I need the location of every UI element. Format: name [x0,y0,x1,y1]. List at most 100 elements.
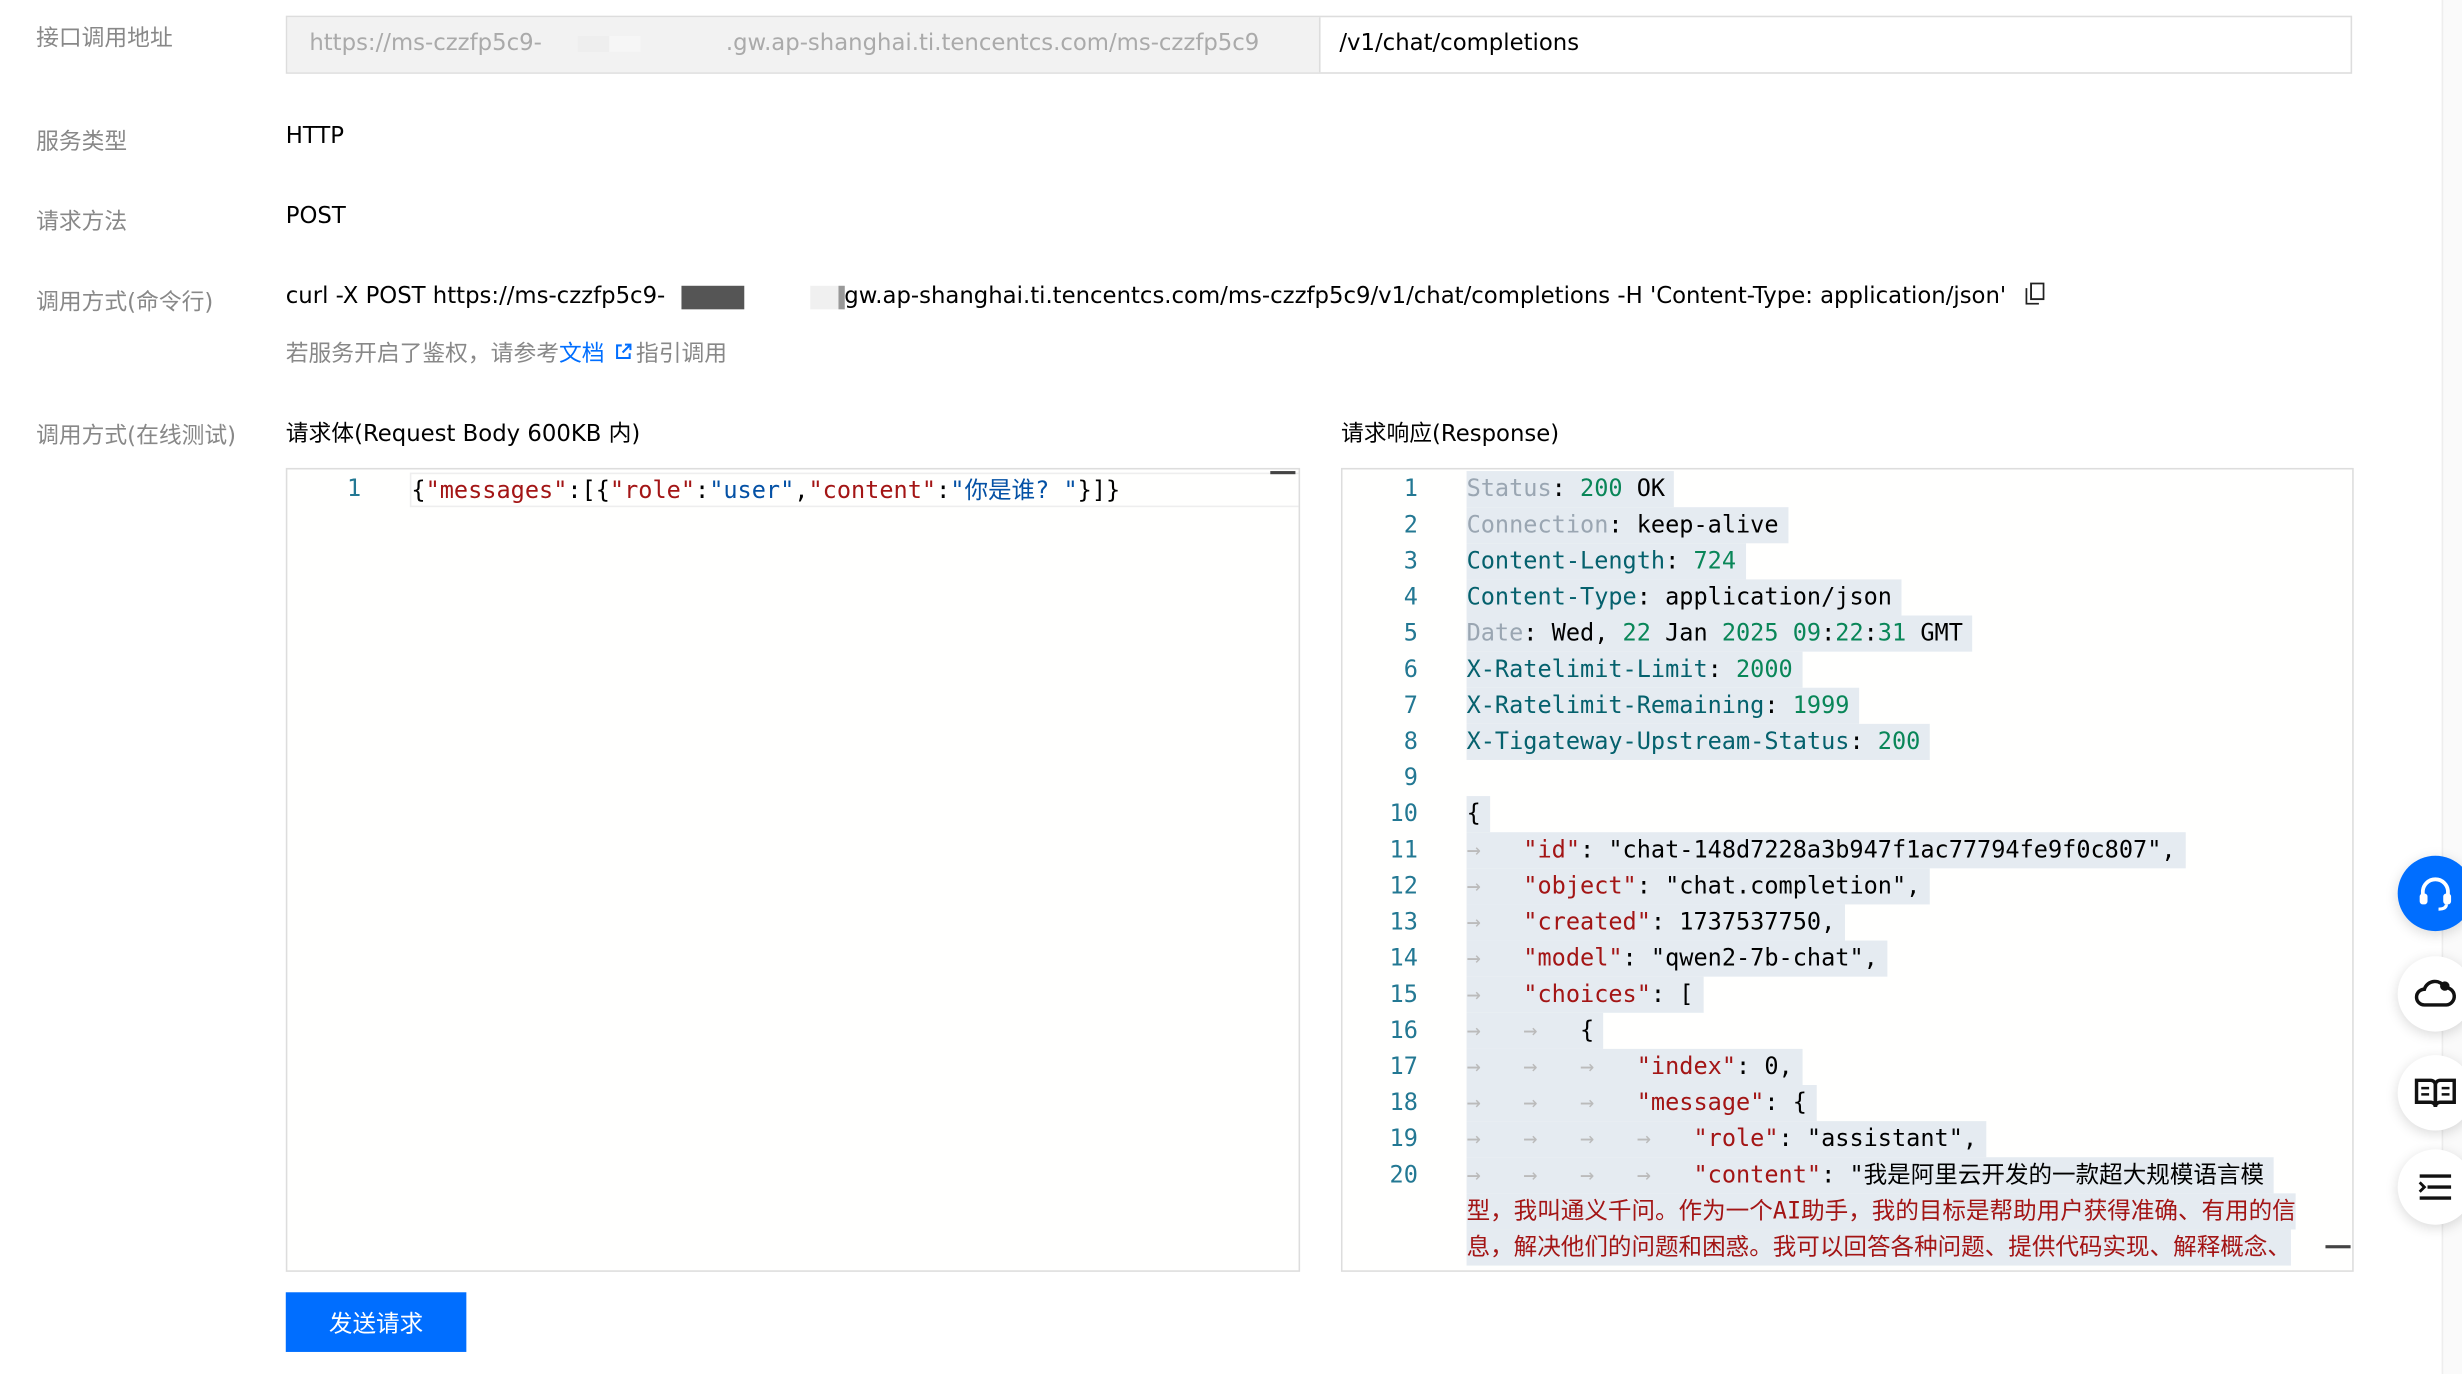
code-line: 3 Content-Length: 724 [1343,543,2353,580]
code-text: → "choices": [ [1466,976,1703,1013]
cmd-label: 调用方式(命令行) [36,290,214,316]
code-text: Content-Type: application/json [1466,579,1902,616]
code-text: → "id": "chat-148d7228a3b947f1ac77794fe9… [1466,832,2186,869]
code-line: 20 → → → → "content": "我是阿里云开发的一款超大规模语言模 [1343,1157,2353,1194]
code-line: 15 → "choices": [ [1343,976,2353,1013]
line-number: 13 [1389,907,1418,936]
line-number: 8 [1403,727,1418,756]
line-number: 2 [1403,510,1418,539]
scroll-marker [1270,471,1296,475]
code-line: 11 → "id": "chat-148d7228a3b947f1ac77794f… [1343,832,2353,869]
endpoint-base-url: https://ms-czzfp5c9- .gw.ap-shanghai.ti.… [287,17,1321,73]
line-number: 14 [1389,943,1418,972]
book-icon[interactable] [2397,1055,2462,1131]
line-number: 12 [1389,871,1418,900]
code-line: 14 → "model": "qwen2-7b-chat", [1343,940,2353,977]
redacted-segment [680,284,744,309]
code-wrap-line: 型，我叫通义千问。作为一个AI助手，我的目标是帮助用户获得准确、有用的信 [1466,1193,2296,1230]
code-text: X-Ratelimit-Limit: 2000 [1466,651,1803,688]
code-line: 17 → → → "index": 0, [1343,1048,2353,1086]
code-text: Connection: keep-alive [1466,507,1788,544]
code-line: 4 Content-Type: application/json [1343,579,2353,616]
code-text: → "object": "chat.completion", [1466,868,1930,905]
external-link-icon [614,342,633,367]
hint-after: 指引调用 [635,342,728,368]
redacted-segment [608,36,641,52]
curl-command: curl -X POST https://ms-czzfp5c9- gw.ap-s… [285,282,2045,311]
line-number: 10 [1389,799,1418,828]
code-text: Content-Length: 724 [1466,543,1746,580]
line-number: 5 [1403,618,1418,647]
code-line: 19 → → → → "role": "assistant", [1343,1121,2353,1158]
scroll-marker [2325,1245,2351,1249]
cloud-user-icon[interactable] [2397,956,2462,1032]
code-wrap-line: 息，解决他们的问题和困惑。我可以回答各种问题、提供代码实现、解释概念、 [1466,1229,2291,1266]
code-text: { [1466,796,1491,833]
redacted-segment [577,36,609,52]
code-text: → → → → "content": "我是阿里云开发的一款超大规模语言模 [1466,1157,2274,1194]
code-text: X-Tigateway-Upstream-Status: 200 [1466,723,1930,760]
code-text: → → → "index": 0, [1466,1048,1803,1086]
code-text: → "created": 1737537750, [1466,904,1845,941]
code-text: → → { [1466,1012,1604,1049]
line-number: 7 [1403,690,1418,720]
endpoint-base-prefix: https://ms-czzfp5c9- [309,31,542,57]
service-type-label: 服务类型 [36,130,128,156]
code-line: 2 Connection: keep-alive [1343,507,2353,544]
copy-icon[interactable] [2025,282,2045,311]
endpoint-path-input[interactable]: /v1/chat/completions [1321,17,2351,72]
curl-prefix: curl -X POST https://ms-czzfp5c9- [285,284,666,310]
line-number: 3 [1403,546,1418,575]
code-line: 5 Date: Wed, 22 Jan 2025 09:22:31 GMT [1343,615,2353,652]
code-text: Status: 200 OK [1466,471,1675,508]
request-body-title: 请求体(Request Body 600KB 内) [285,422,641,448]
endpoint-base-suffix: .gw.ap-shanghai.ti.tencentcs.com/ms-czzf… [725,31,1260,57]
hint-before: 若服务开启了鉴权，请参考 [285,342,559,368]
request-body-editor[interactable]: 1 {"messages":[{"role":"user","content":… [285,467,1301,1272]
line-number: 6 [1403,654,1418,684]
line-number: 1 [1403,474,1418,503]
method-value: POST [285,204,346,230]
line-number: 20 [1389,1160,1418,1189]
code-line: 1 Status: 200 OK [1343,471,2353,508]
line-number: 4 [1403,582,1418,611]
line-number: 18 [1389,1088,1418,1117]
code-text: → → → → "role": "assistant", [1466,1121,1987,1158]
endpoint-label: 接口调用地址 [36,26,173,52]
line-number: 9 [1403,763,1418,792]
code-line: 13 → "created": 1737537750, [1343,904,2353,941]
response-editor[interactable]: 1 Status: 200 OK 2 Connection: keep-alive 3 C… [1340,467,2354,1272]
online-test-label: 调用方式(在线测试) [36,423,237,450]
service-type-value: HTTP [285,124,345,150]
docs-link[interactable]: 文档 [559,342,605,367]
line-number: 11 [1389,835,1418,864]
line-number: 19 [1389,1124,1418,1153]
send-request-button[interactable]: 发送请求 [285,1292,467,1352]
page: 接口调用地址 https://ms-czzfp5c9- .gw.ap-shang… [0,0,2462,1374]
code-text: Date: Wed, 22 Jan 2025 09:22:31 GMT [1466,615,1973,652]
code-line: 12 → "object": "chat.completion", [1343,868,2353,905]
response-title: 请求响应(Response) [1340,422,1560,448]
auth-hint: 若服务开启了鉴权，请参考文档 指引调用 [286,336,727,369]
endpoint-url-box: https://ms-czzfp5c9- .gw.ap-shanghai.ti.… [285,15,2353,74]
code-line: 18 → → → "message": { [1343,1085,2353,1122]
method-label: 请求方法 [36,210,128,236]
code-text: → → → "message": { [1466,1085,1817,1122]
curl-suffix: gw.ap-shanghai.ti.tencentcs.com/ms-czzfp… [844,284,2007,310]
line-number: 1 [346,474,362,503]
code-line: 10 { [1343,796,2353,833]
code-line: 8 X-Tigateway-Upstream-Status: 200 [1343,723,2353,760]
line-number: 16 [1389,1015,1418,1045]
code-line: 16 → → { [1343,1012,2353,1049]
list-icon[interactable] [2397,1149,2462,1225]
code-text: X-Ratelimit-Remaining: 1999 [1466,687,1859,724]
headset-icon[interactable] [2397,855,2462,932]
line-number: 17 [1389,1052,1418,1081]
code-text: → "model": "qwen2-7b-chat", [1466,940,1888,977]
code-line: 9 [1343,760,2353,796]
redacted-segment [809,284,838,309]
request-body-text[interactable]: {"messages":[{"role":"user","content":"你… [409,472,1299,508]
line-number: 15 [1389,979,1418,1009]
code-line: 6 X-Ratelimit-Limit: 2000 [1343,651,2353,688]
code-line: 7 X-Ratelimit-Remaining: 1999 [1343,687,2353,724]
